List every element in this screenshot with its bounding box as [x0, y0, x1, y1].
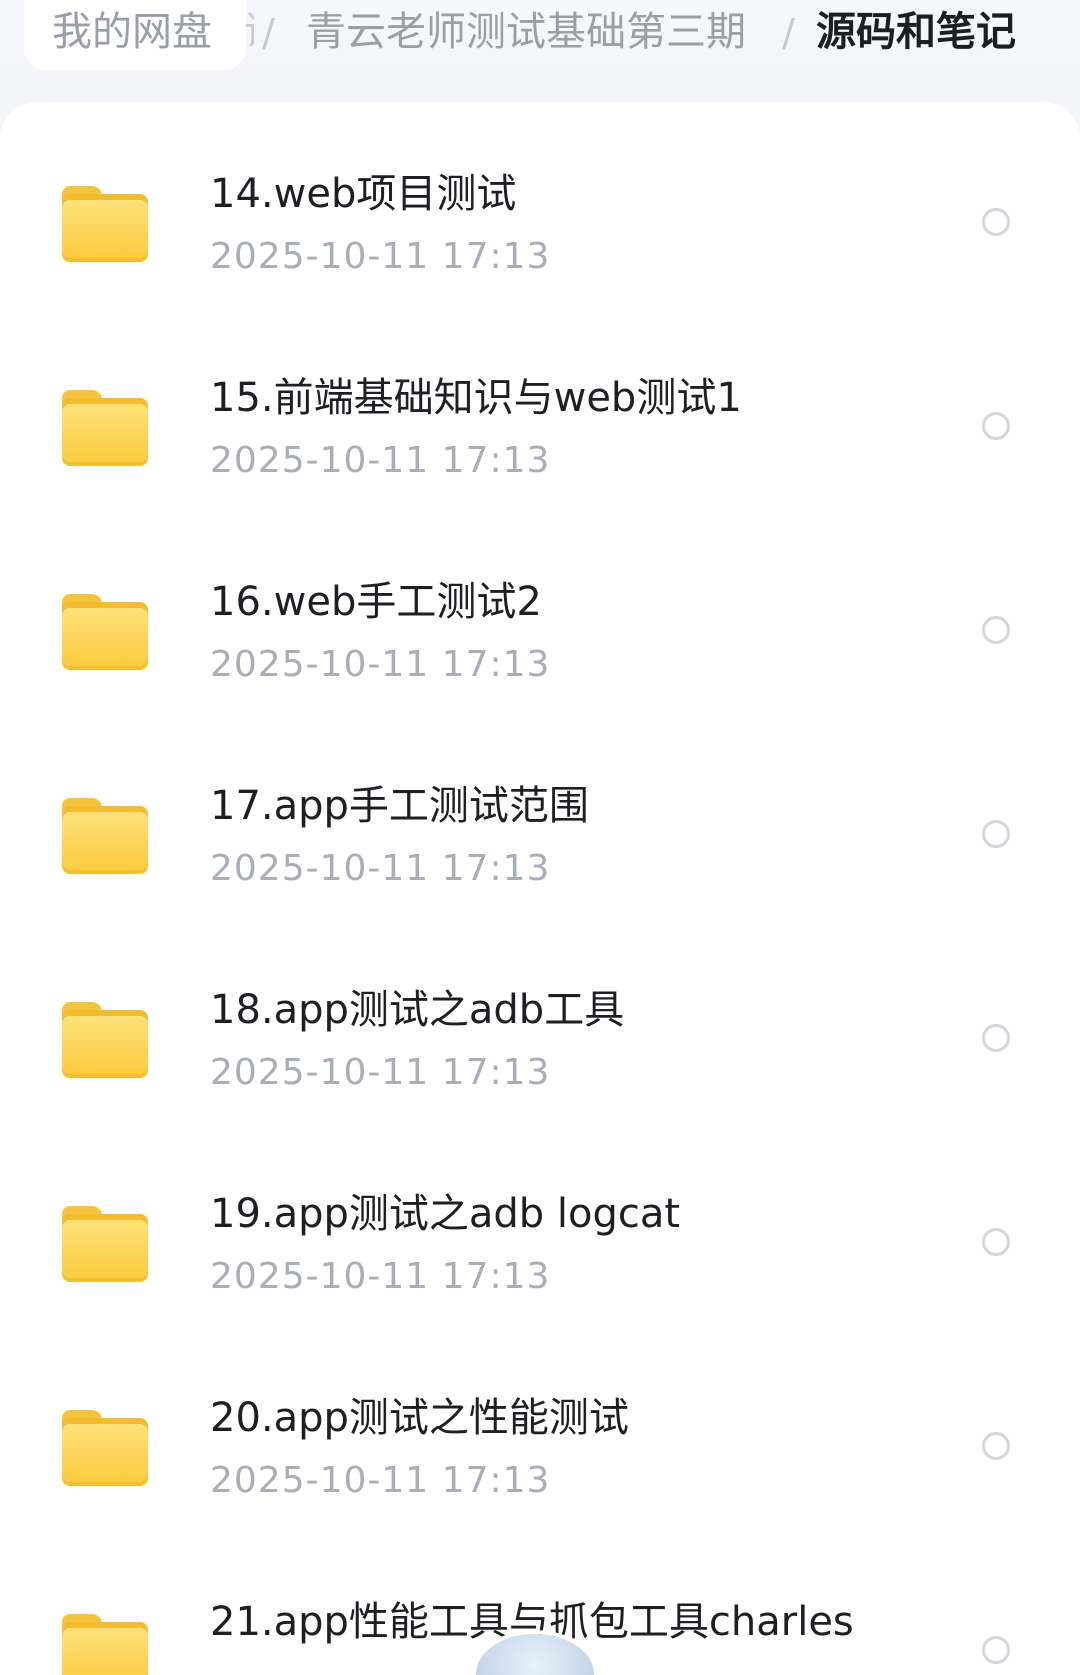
folder-icon: [62, 594, 148, 670]
breadcrumb-root-button[interactable]: 我的网盘: [24, 0, 246, 70]
list-item[interactable]: 15.前端基础知识与web测试1 2025-10-11 17:13: [0, 306, 1080, 510]
select-radio-icon[interactable]: [982, 208, 1010, 236]
breadcrumb-truncated-item[interactable]: 课: [244, 8, 254, 56]
list-item[interactable]: 20.app测试之性能测试 2025-10-11 17:13: [0, 1326, 1080, 1530]
folder-icon: [62, 186, 148, 262]
select-radio-icon[interactable]: [982, 1228, 1010, 1256]
list-item[interactable]: 16.web手工测试2 2025-10-11 17:13: [0, 510, 1080, 714]
folder-icon: [62, 1206, 148, 1282]
select-radio-icon[interactable]: [982, 820, 1010, 848]
file-date: 2025-10-11 17:13: [210, 1256, 551, 1297]
file-date: 2025-10-11 17:13: [210, 848, 551, 889]
file-date: 2025-10-11 17:13: [210, 644, 551, 685]
file-date: 2025-10-11 17:13: [210, 1460, 551, 1501]
file-date: 2025-10-11 17:13: [210, 236, 551, 277]
select-radio-icon[interactable]: [982, 1636, 1010, 1664]
folder-icon: [62, 798, 148, 874]
breadcrumb-root-label: 我的网盘: [52, 9, 212, 55]
netdisk-page: 我的网盘 课 / 青云老师测试基础第三期 / 源码和笔记 14.web项目测试 …: [0, 0, 1080, 1675]
folder-icon: [62, 1614, 148, 1675]
folder-icon: [62, 390, 148, 466]
folder-icon: [62, 1410, 148, 1486]
breadcrumb-item-course[interactable]: 青云老师测试基础第三期: [306, 8, 746, 56]
list-item[interactable]: 18.app测试之adb工具 2025-10-11 17:13: [0, 918, 1080, 1122]
breadcrumb: 我的网盘 课 / 青云老师测试基础第三期 / 源码和笔记: [0, 0, 1080, 100]
select-radio-icon[interactable]: [982, 412, 1010, 440]
list-item[interactable]: 14.web项目测试 2025-10-11 17:13: [0, 102, 1080, 306]
list-item[interactable]: 17.app手工测试范围 2025-10-11 17:13: [0, 714, 1080, 918]
file-name: 19.app测试之adb logcat: [210, 1191, 681, 1237]
file-name: 14.web项目测试: [210, 171, 517, 217]
breadcrumb-separator: /: [782, 11, 795, 55]
select-radio-icon[interactable]: [982, 1432, 1010, 1460]
file-list: 14.web项目测试 2025-10-11 17:13 15.前端基础知识与we…: [0, 102, 1080, 1675]
file-name: 15.前端基础知识与web测试1: [210, 375, 742, 421]
file-name: 18.app测试之adb工具: [210, 987, 625, 1033]
folder-icon: [62, 1002, 148, 1078]
select-radio-icon[interactable]: [982, 616, 1010, 644]
file-name: 20.app测试之性能测试: [210, 1395, 629, 1441]
select-radio-icon[interactable]: [982, 1024, 1010, 1052]
file-date: 2025-10-11 17:13: [210, 440, 551, 481]
breadcrumb-current-folder: 源码和笔记: [816, 9, 1016, 55]
file-name: 16.web手工测试2: [210, 579, 542, 625]
file-date: 2025-10-11 17:13: [210, 1052, 551, 1093]
breadcrumb-separator: /: [262, 11, 275, 55]
file-name: 17.app手工测试范围: [210, 783, 589, 829]
list-item[interactable]: 19.app测试之adb logcat 2025-10-11 17:13: [0, 1122, 1080, 1326]
